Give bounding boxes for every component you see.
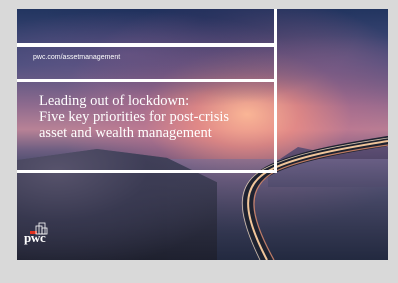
frame-line-top <box>17 43 277 47</box>
logo-wordmark: pwc <box>24 230 46 245</box>
title-line-2: Five key priorities for post-crisis <box>39 109 230 125</box>
title-line-3: asset and wealth management <box>39 125 212 141</box>
report-title: Leading out of lockdown: Five key priori… <box>39 93 284 141</box>
pwc-logo: pwc <box>24 222 54 246</box>
website-url: pwc.com/assetmanagement <box>33 54 121 61</box>
frame-line-upper-middle <box>17 79 277 82</box>
title-line-1: Leading out of lockdown: <box>39 93 190 109</box>
frame-line-vertical <box>274 9 277 173</box>
frame-line-lower <box>17 170 277 173</box>
